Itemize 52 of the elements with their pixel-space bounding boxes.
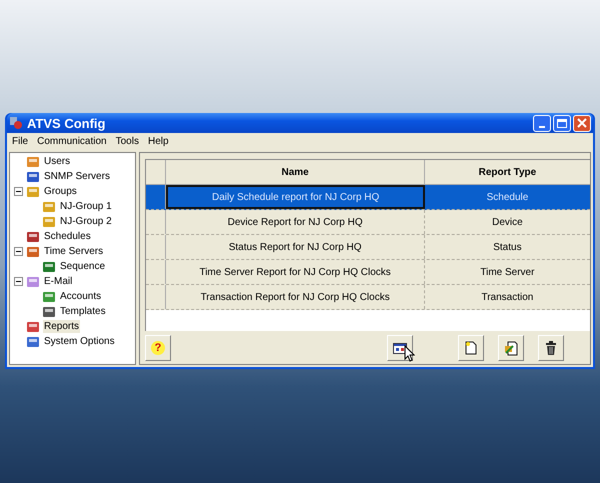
help-button[interactable]: ? bbox=[145, 335, 171, 361]
collapse-toggle[interactable] bbox=[14, 247, 23, 256]
column-header[interactable]: Name bbox=[166, 160, 425, 184]
tree-item[interactable]: NJ-Group 2 bbox=[59, 215, 113, 228]
table-row[interactable]: Status Report for NJ Corp HQ Status bbox=[146, 235, 590, 260]
table-cell: Daily Schedule report for NJ Corp HQ bbox=[166, 185, 425, 209]
tree-item[interactable]: Templates bbox=[59, 305, 107, 318]
table-cell: Device Report for NJ Corp HQ bbox=[166, 210, 425, 234]
table-cell-text: Schedule bbox=[486, 190, 530, 204]
column-header[interactable]: Report Type bbox=[424, 160, 590, 184]
maximize-button[interactable] bbox=[553, 114, 571, 132]
minimize-button[interactable] bbox=[533, 114, 551, 132]
app-icon bbox=[9, 116, 23, 130]
mouse-cursor-icon bbox=[404, 345, 415, 362]
edit-button[interactable] bbox=[498, 335, 524, 361]
table-cell-text: Device bbox=[491, 216, 524, 230]
collapse-toggle[interactable] bbox=[14, 187, 23, 196]
menu-item[interactable]: Tools bbox=[116, 134, 139, 148]
table-row[interactable]: Time Server Report for NJ Corp HQ Clocks Time Server bbox=[146, 260, 590, 285]
close-icon bbox=[577, 118, 587, 128]
table-row[interactable]: Device Report for NJ Corp HQ Device bbox=[146, 210, 590, 235]
tree-item[interactable]: Sequence bbox=[59, 260, 106, 273]
tree-item[interactable]: Reports bbox=[43, 320, 80, 333]
close-button[interactable] bbox=[573, 114, 591, 132]
trash-icon bbox=[545, 341, 557, 355]
menu-item[interactable]: Help bbox=[148, 134, 169, 148]
new-button[interactable] bbox=[458, 335, 484, 361]
table-cell: Status Report for NJ Corp HQ bbox=[166, 235, 425, 259]
table-row[interactable]: Daily Schedule report for NJ Corp HQ Schedule bbox=[146, 185, 590, 210]
new-document-icon bbox=[465, 341, 477, 355]
table-cell: Time Server Report for NJ Corp HQ Clocks bbox=[166, 260, 425, 284]
table-cell: Transaction Report for NJ Corp HQ Clocks bbox=[166, 285, 425, 309]
delete-button[interactable] bbox=[538, 335, 564, 361]
tree-item[interactable]: NJ-Group 1 bbox=[59, 200, 113, 213]
edit-document-icon bbox=[504, 340, 518, 356]
table-cell-text: Transaction bbox=[480, 290, 534, 304]
tree-item[interactable]: Time Servers bbox=[43, 245, 104, 258]
menu-item[interactable]: File bbox=[12, 134, 28, 148]
menu-item[interactable]: Communication bbox=[37, 134, 107, 148]
window-icon bbox=[393, 342, 407, 354]
table-cell-text: Time Server bbox=[479, 266, 536, 280]
tree-item[interactable]: System Options bbox=[43, 335, 116, 348]
tree-item[interactable]: SNMP Servers bbox=[43, 170, 111, 183]
tree-item[interactable]: E-Mail bbox=[43, 275, 74, 288]
window-title: ATVS Config bbox=[27, 116, 106, 130]
tree-item[interactable]: Groups bbox=[43, 185, 78, 198]
tree-item[interactable]: Schedules bbox=[43, 230, 92, 243]
table-cell-text: Status bbox=[492, 240, 523, 254]
tree-item[interactable]: Users bbox=[43, 155, 72, 168]
tree-item[interactable]: Accounts bbox=[59, 290, 102, 303]
table-row[interactable]: Transaction Report for NJ Corp HQ Clocks Transaction bbox=[146, 285, 590, 310]
collapse-toggle[interactable] bbox=[14, 277, 23, 286]
